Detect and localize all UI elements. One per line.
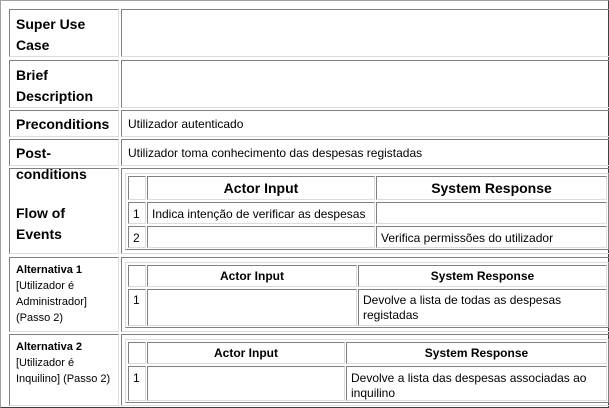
alt2-row-1-num-text: 1: [133, 371, 140, 385]
alt2-row-1-actor: [147, 366, 345, 401]
alt1-header-actor: Actor Input: [147, 265, 357, 287]
alt2-header-system: System Response: [346, 342, 607, 364]
alt2-cell: Actor Input System Response 1 Devolve a …: [121, 334, 609, 406]
flow-of-events-label-text: Flow of Events: [16, 205, 65, 242]
alt1-cell: Actor Input System Response 1 Devolve a …: [121, 257, 609, 332]
postconditions-value: Utilizador toma conhecimento das despesa…: [121, 139, 609, 166]
alt1-row-1-num-text: 1: [133, 293, 140, 307]
flow-of-events-label: Flow of Events: [9, 168, 119, 254]
flow-header-system-text: System Response: [431, 180, 552, 196]
preconditions-label-text: Preconditions: [16, 116, 110, 132]
super-use-case-value: [121, 9, 609, 57]
alt2-row-1-num: 1: [128, 366, 146, 401]
alt1-header-actor-text: Actor Input: [220, 269, 284, 283]
alt2-header-num: [128, 342, 146, 364]
flow-row-1-actor: Indica intenção de verificar as despesas: [147, 202, 375, 224]
alt1-sub: [Utilizador é Administrador] (Passo 2): [16, 280, 87, 324]
postconditions-label: Post-conditions: [9, 139, 119, 182]
flow-row-1-num-text: 1: [133, 207, 140, 221]
super-use-case-label: Super Use Case: [9, 9, 119, 57]
flow-header-actor-text: Actor Input: [223, 180, 299, 196]
preconditions-value: Utilizador autenticado: [121, 110, 609, 137]
flow-table: Actor Input System Response 1 Indica int…: [125, 173, 609, 250]
flow-row-1-actor-text: Indica intenção de verificar as despesas: [152, 207, 366, 221]
flow-row-2-num-text: 2: [133, 231, 140, 245]
brief-description-value: [121, 60, 609, 108]
alt2-row-1-system-text: Devolve a lista das despesas associadas …: [351, 371, 587, 400]
preconditions-label: Preconditions: [9, 110, 119, 137]
alt1-row-1-system: Devolve a lista de todas as despesas reg…: [358, 289, 607, 326]
alt2-header-system-text: System Response: [424, 346, 529, 360]
alt1-header-system-text: System Response: [430, 269, 535, 283]
alt2-header-actor-text: Actor Input: [214, 346, 278, 360]
alt2-title: Alternativa 2: [16, 341, 83, 353]
brief-description-label-text: Brief Description: [16, 67, 94, 104]
flow-row-1-num: 1: [128, 202, 146, 224]
alt1-label: Alternativa 1 [Utilizador é Administrado…: [9, 257, 119, 332]
flow-header-num: [128, 176, 146, 200]
alt2-header-actor: Actor Input: [147, 342, 345, 364]
flow-header-system: System Response: [376, 176, 607, 200]
alt1-header-system: System Response: [358, 265, 607, 287]
preconditions-value-text: Utilizador autenticado: [128, 117, 244, 131]
alt2-table: Actor Input System Response 1 Devolve a …: [125, 339, 609, 403]
use-case-table: Super Use Case Brief Description Precond…: [0, 0, 609, 408]
flow-row-2-actor: [147, 226, 375, 248]
alt1-table: Actor Input System Response 1 Devolve a …: [125, 262, 609, 328]
flow-of-events-cell: Actor Input System Response 1 Indica int…: [121, 168, 609, 254]
alt1-row-1-actor: [147, 289, 357, 326]
alt2-label: Alternativa 2 [Utilizador é Inquilino] (…: [9, 334, 119, 406]
alt1-row-1-num: 1: [128, 289, 146, 326]
super-use-case-label-text: Super Use Case: [16, 16, 86, 53]
alt1-title: Alternativa 1: [16, 264, 83, 276]
flow-row-1-system: [376, 202, 607, 224]
flow-row-2-system: Verifica permissões do utilizador: [376, 226, 607, 248]
alt2-sub: [Utilizador é Inquilino] (Passo 2): [16, 357, 111, 385]
alt1-header-num: [128, 265, 146, 287]
postconditions-value-text: Utilizador toma conhecimento das despesa…: [128, 146, 423, 160]
flow-row-2-num: 2: [128, 226, 146, 248]
flow-row-2-system-text: Verifica permissões do utilizador: [381, 231, 554, 245]
alt2-row-1-system: Devolve a lista das despesas associadas …: [346, 366, 607, 401]
brief-description-label: Brief Description: [9, 60, 119, 108]
flow-header-actor: Actor Input: [147, 176, 375, 200]
alt1-row-1-system-text: Devolve a lista de todas as despesas reg…: [363, 293, 562, 322]
